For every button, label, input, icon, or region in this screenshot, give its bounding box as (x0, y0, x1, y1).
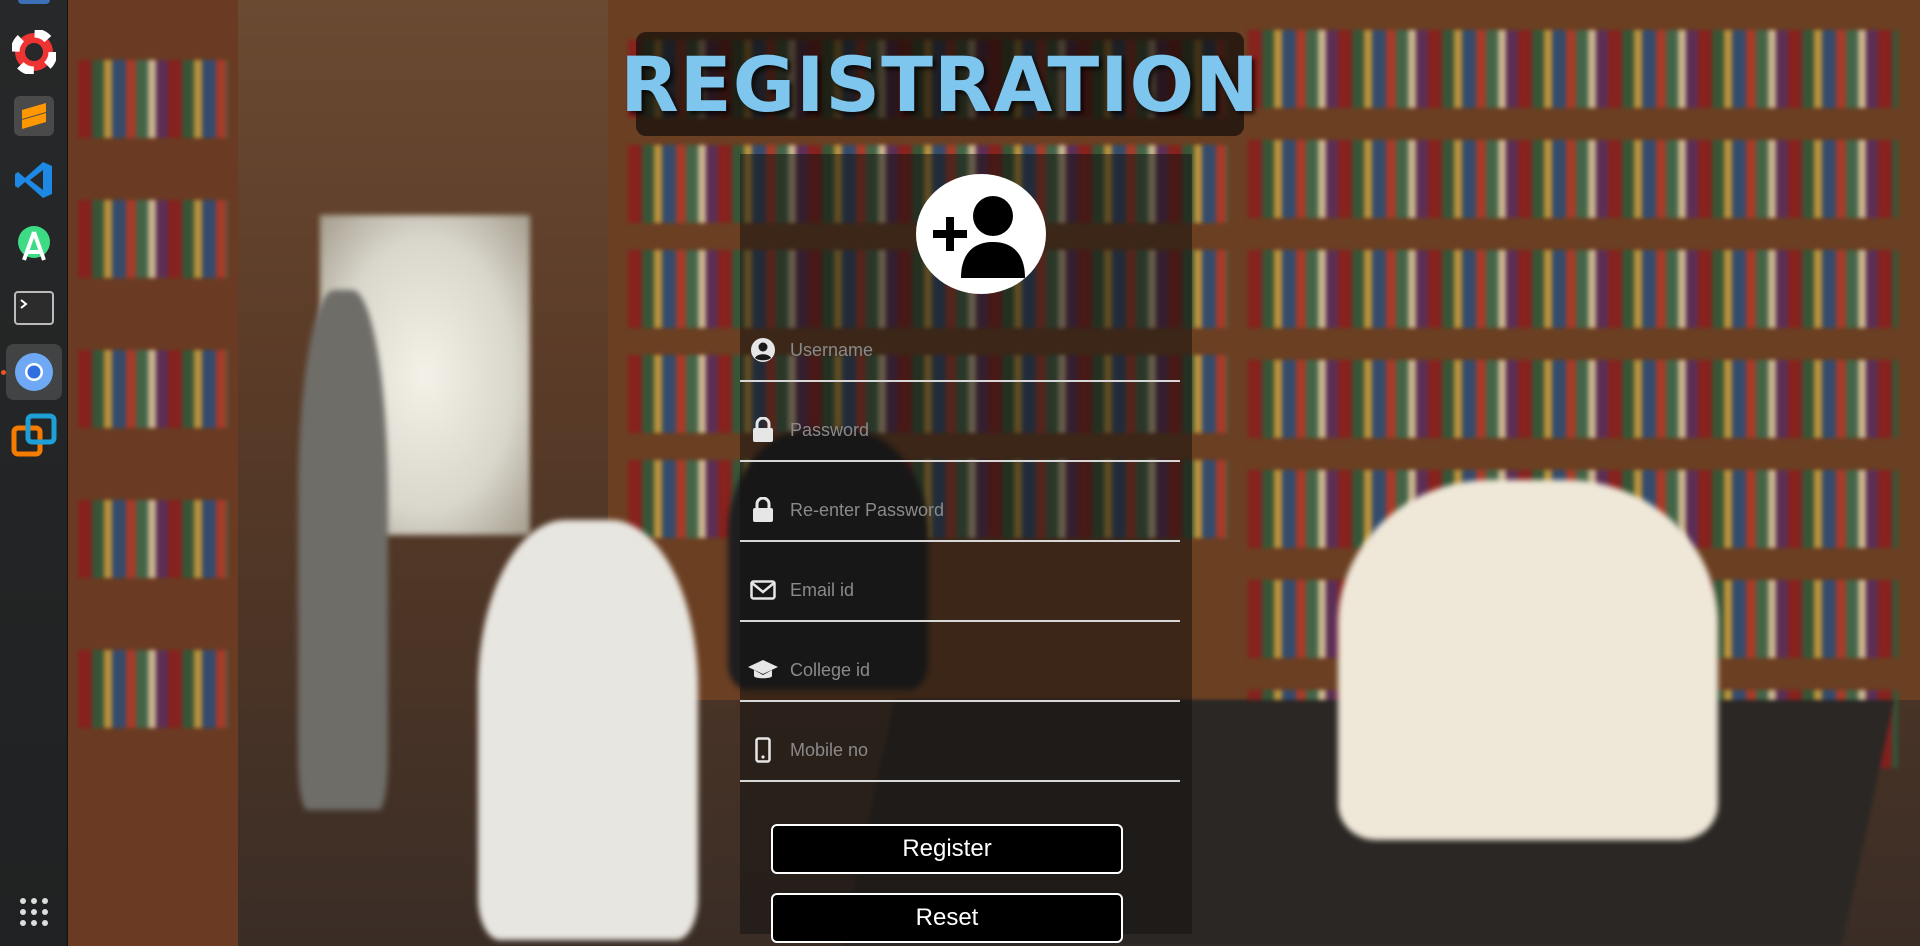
password-input[interactable] (782, 410, 1180, 450)
android-studio-icon[interactable] (6, 216, 62, 272)
reset-button[interactable]: Reset (771, 893, 1123, 943)
mobile-field (740, 720, 1180, 782)
register-button[interactable]: Register (771, 824, 1123, 874)
page-title: REGISTRATION (620, 39, 1260, 129)
college-id-input[interactable] (782, 650, 1180, 690)
virtualbox-icon[interactable] (6, 408, 62, 464)
title-banner: REGISTRATION (620, 32, 1259, 136)
help-lifebuoy-icon[interactable] (6, 24, 62, 80)
username-input[interactable] (782, 330, 1180, 370)
sublime-text-icon[interactable] (6, 88, 62, 144)
registration-form: Register Reset (740, 154, 1192, 943)
vscode-icon[interactable] (6, 152, 62, 208)
mobile-phone-icon (744, 731, 782, 769)
college-id-field (740, 640, 1180, 702)
mobile-input[interactable] (782, 730, 1180, 770)
password-field (740, 400, 1180, 462)
lock-icon (744, 491, 782, 529)
terminal-icon[interactable] (6, 280, 62, 336)
reenter-password-field (740, 480, 1180, 542)
email-field (740, 560, 1180, 622)
email-input[interactable] (782, 570, 1180, 610)
lock-icon (744, 411, 782, 449)
chromium-icon[interactable] (6, 344, 62, 400)
dock-partial-app-icon[interactable] (6, 0, 62, 16)
reenter-password-input[interactable] (782, 490, 1180, 530)
graduation-cap-icon (744, 651, 782, 689)
application-dock (0, 0, 68, 946)
add-user-avatar-icon (916, 174, 1046, 294)
running-indicator (1, 370, 6, 375)
username-field (740, 320, 1180, 382)
show-applications-icon[interactable] (6, 884, 62, 940)
envelope-icon (744, 571, 782, 609)
user-circle-icon (744, 331, 782, 369)
